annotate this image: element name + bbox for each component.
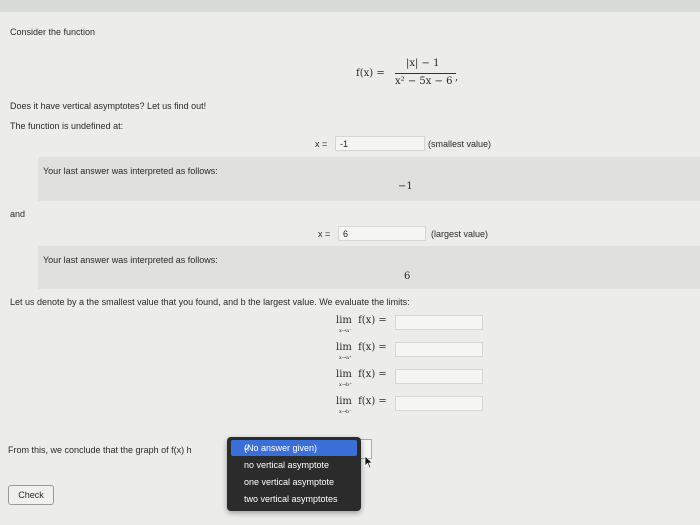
mouse-cursor-icon [364, 455, 374, 469]
limit-2-fx: f(x) = [358, 342, 387, 353]
intro-text: Consider the function [10, 27, 96, 37]
limit-row-2: lim f(x) = x→a⁺ [336, 342, 387, 361]
limit-1-fx: f(x) = [358, 315, 387, 326]
answer1-interpretation-panel [38, 157, 700, 201]
dropdown-option-label: one vertical asymptote [244, 477, 335, 487]
answer2-interpreted-label: Your last answer was interpreted as foll… [43, 255, 218, 265]
answer2-input[interactable]: 6 [338, 226, 426, 241]
limit-3-fx: f(x) = [358, 369, 387, 380]
and-text: and [10, 209, 26, 219]
limit-2-sub: x→a⁺ [339, 355, 352, 361]
question-text: Does it have vertical asymptotes? Let us… [10, 101, 207, 111]
conclude-text: From this, we conclude that the graph of… [8, 445, 192, 455]
limit-4-sub: x→b⁻ [339, 409, 352, 415]
limit-row-1: lim f(x) = x→a⁻ [336, 315, 387, 334]
limit-1-lim: lim [336, 315, 352, 326]
answer2-interpretation-panel [38, 246, 700, 289]
limit-1-input[interactable] [395, 315, 483, 330]
undefined-text: The function is undefined at: [10, 121, 124, 131]
answer1-input[interactable]: -1 [335, 136, 425, 151]
denote-text: Let us denote by a the smallest value th… [10, 297, 410, 307]
limit-2-input[interactable] [395, 342, 483, 357]
fraction-bar [395, 73, 456, 74]
function-comma: , [455, 72, 459, 83]
limit-4-lim: lim [336, 396, 352, 407]
answer1-label: x = [315, 139, 328, 149]
limit-3-input[interactable] [395, 369, 483, 384]
dropdown-option-label: no vertical asymptote [244, 460, 330, 470]
limit-4-fx: f(x) = [358, 396, 387, 407]
answer1-interpreted-label: Your last answer was interpreted as foll… [43, 166, 218, 176]
answer2-label: x = [318, 229, 331, 239]
limit-row-4: lim f(x) = x→b⁻ [336, 396, 387, 415]
dropdown-option-two[interactable]: two vertical asymptotes [231, 491, 357, 507]
limit-3-lim: lim [336, 369, 352, 380]
check-button[interactable]: Check [8, 485, 54, 505]
limit-4-input[interactable] [395, 396, 483, 411]
limit-row-3: lim f(x) = x→b⁺ [336, 369, 387, 388]
limit-1-sub: x→a⁻ [339, 328, 352, 334]
answer1-hint: (smallest value) [428, 139, 492, 149]
dropdown-option-one[interactable]: one vertical asymptote [231, 474, 357, 490]
answer2-interpreted-value: 6 [404, 271, 411, 282]
function-denominator: x² − 5x − 6 [395, 76, 453, 87]
answer2-hint: (largest value) [431, 229, 489, 239]
dropdown-option-none[interactable]: no vertical asymptote [231, 457, 357, 473]
conclusion-dropdown-menu: ✓ (No answer given) no vertical asymptot… [227, 437, 361, 511]
function-lhs: f(x) = [356, 68, 385, 79]
dropdown-option-label: two vertical asymptotes [244, 494, 338, 504]
function-numerator: |x| − 1 [406, 58, 440, 69]
answer1-interpreted-value: −1 [398, 181, 413, 192]
dropdown-option-no-answer[interactable]: ✓ (No answer given) [231, 440, 357, 456]
limit-3-sub: x→b⁺ [339, 382, 352, 388]
limit-2-lim: lim [336, 342, 352, 353]
dropdown-option-label: (No answer given) [244, 443, 318, 453]
